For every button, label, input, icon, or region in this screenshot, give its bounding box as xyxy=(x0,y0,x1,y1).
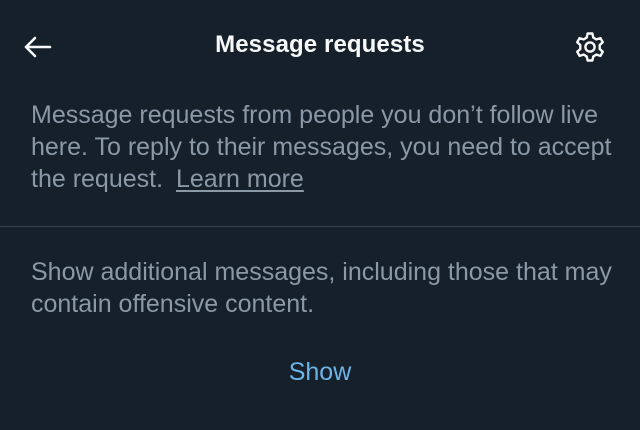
settings-button[interactable] xyxy=(568,25,612,69)
learn-more-link[interactable]: Learn more xyxy=(176,165,304,193)
info-description: Message requests from people you don’t f… xyxy=(31,101,612,193)
show-button[interactable]: Show xyxy=(0,358,640,387)
info-text: Message requests from people you don’t f… xyxy=(31,99,616,195)
page-title: Message requests xyxy=(215,31,425,58)
divider xyxy=(0,226,640,227)
gear-icon xyxy=(573,30,607,64)
additional-messages-text: Show additional messages, including thos… xyxy=(31,258,612,318)
top-bar: Message requests xyxy=(0,0,640,94)
